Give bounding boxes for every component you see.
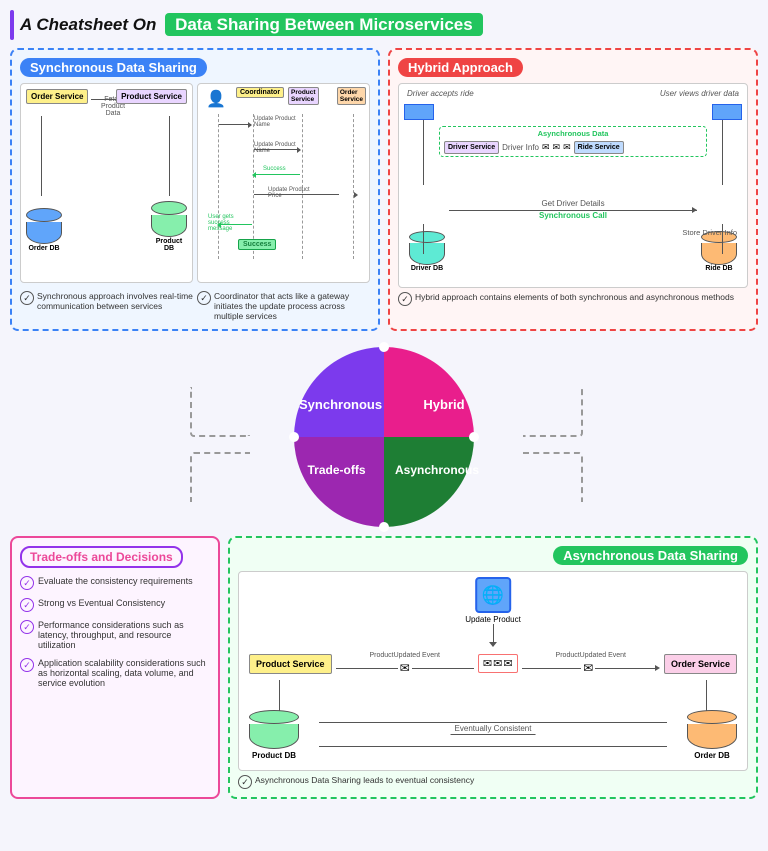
async-section: Asynchronous Data Sharing 🌐 Update Produ… <box>228 536 758 799</box>
order-line <box>353 114 354 259</box>
update-product-label: Update Product <box>465 615 521 624</box>
tradeoff-item-4: ✓ Application scalability considerations… <box>20 658 210 688</box>
person-line <box>218 114 219 259</box>
product-updated-event2: ProductUpdated Event <box>556 652 626 659</box>
tradeoff-item-3: ✓ Performance considerations such as lat… <box>20 620 210 650</box>
async-product-db: Product DB <box>249 710 299 760</box>
pie-sync-label: Synchronous <box>299 397 379 412</box>
get-driver-details: Get Driver Details <box>449 199 697 208</box>
product-down-line <box>169 116 170 196</box>
pie-chart: Synchronous Hybrid Trade-offs Asynchrono… <box>284 337 484 527</box>
driver-accepts: Driver accepts ride <box>407 89 474 98</box>
async-order-service: Order Service <box>664 654 737 674</box>
order-service-box: Order Service <box>26 89 88 104</box>
tradeoff-item-2: ✓ Strong vs Eventual Consistency <box>20 598 210 612</box>
message-queue: ✉ ✉ ✉ <box>478 654 518 673</box>
pie-async-label: Asynchronous <box>392 463 482 477</box>
tradeoffs-section: Trade-offs and Decisions ✓ Evaluate the … <box>10 536 220 799</box>
async-product-service: Product Service <box>249 654 332 674</box>
coordinator-box: Coordinator <box>236 87 284 98</box>
store-driver-info: Store Driver Info <box>682 228 737 237</box>
eventually-consistent-label: Eventually Consistent <box>451 722 536 735</box>
driver-info-label: Driver Info <box>502 143 539 152</box>
tradeoff-item-1: ✓ Evaluate the consistency requirements <box>20 576 210 590</box>
success-badge: Success <box>238 239 276 250</box>
async-order-db: Order DB <box>687 710 737 760</box>
product-updated-event1: ProductUpdated Event <box>370 652 440 659</box>
sync-call-label: Synchronous Call <box>449 211 697 220</box>
ride-service-box: Ride Service <box>574 141 624 154</box>
title-highlight: Data Sharing Between Microservices <box>165 13 483 36</box>
sync-note1: ✓ Synchronous approach involves real-tim… <box>20 291 193 321</box>
async-data-label: Asynchronous Data <box>444 129 702 138</box>
coordinator-order-box: OrderService <box>337 87 366 105</box>
order-down-line <box>41 116 42 196</box>
hybrid-section: Hybrid Approach Driver accepts ride User… <box>388 48 758 331</box>
coordinator-product-box: ProductService <box>288 87 319 105</box>
person-icon: 👤 <box>206 89 226 109</box>
sync-section: Synchronous Data Sharing Order Service F… <box>10 48 380 331</box>
product-service-box: Product Service <box>116 89 187 104</box>
sync-title: Synchronous Data Sharing <box>20 58 207 77</box>
pie-hybrid-label: Hybrid <box>409 397 479 412</box>
page-title: A Cheatsheet On Data Sharing Between Mic… <box>20 15 483 35</box>
driver-db: Driver DB <box>409 231 445 272</box>
hybrid-title: Hybrid Approach <box>398 58 523 77</box>
sync-note2: ✓ Coordinator that acts like a gateway i… <box>197 291 370 321</box>
product-db: ProductDB <box>151 201 187 252</box>
pie-tradeoffs-label: Trade-offs <box>294 463 379 477</box>
async-note: ✓ Asynchronous Data Sharing leads to eve… <box>238 775 748 789</box>
driver-service-box: Driver Service <box>444 141 499 154</box>
user-views: User views driver data <box>660 89 739 98</box>
ride-db: Ride DB <box>701 231 737 272</box>
globe-icon: 🌐 <box>475 577 511 613</box>
hybrid-note: ✓ Hybrid approach contains elements of b… <box>398 292 748 306</box>
async-title: Asynchronous Data Sharing <box>553 546 748 565</box>
coord-line <box>253 114 254 259</box>
order-db: Order DB <box>26 208 62 252</box>
tradeoffs-title: Trade-offs and Decisions <box>20 546 183 568</box>
